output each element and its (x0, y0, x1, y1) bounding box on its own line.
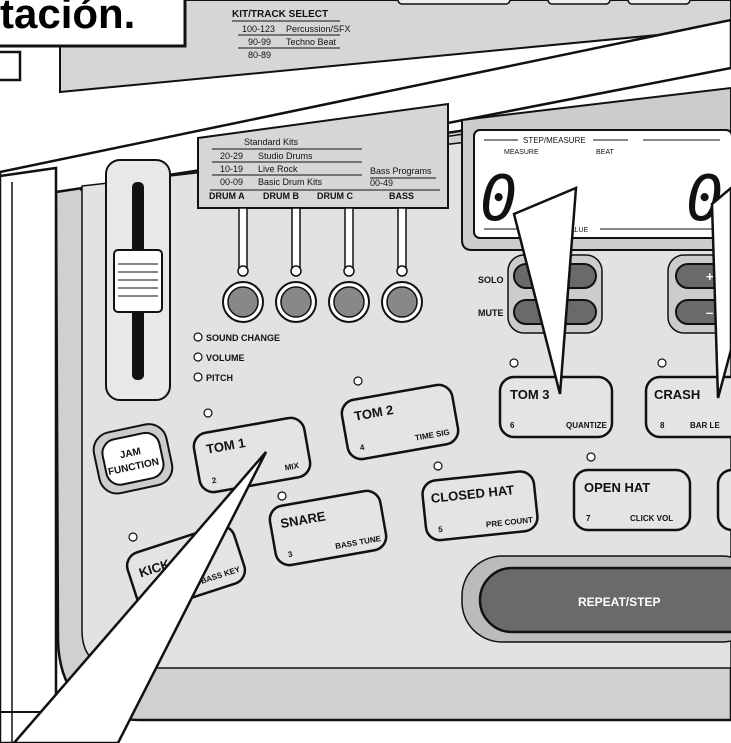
kit-range: 20-29 (220, 151, 243, 161)
minus-label: – (706, 305, 713, 320)
pad-function: BAR LE (690, 421, 720, 430)
kit-range: 90-99 (248, 37, 271, 47)
beat-label: BEAT (596, 149, 614, 156)
pad-name: TOM 3 (510, 387, 550, 402)
track-label: DRUM A (209, 191, 245, 201)
pad-led (277, 491, 287, 501)
kit-name: Studio Drums (258, 151, 313, 161)
pad-closed-hat[interactable]: CLOSED HAT 5 PRE COUNT (421, 470, 539, 542)
pad-led (509, 358, 519, 368)
kit-select-title: KIT/TRACK SELECT (232, 9, 328, 20)
pad-name: OPEN HAT (584, 480, 650, 495)
pad-function: QUANTIZE (566, 421, 608, 430)
kit-name: Live Rock (258, 164, 298, 174)
mode-label-pitch: PITCH (206, 373, 233, 383)
mode-label-sound-change: SOUND CHANGE (206, 333, 280, 343)
kit-name: Standard Kits (244, 137, 299, 147)
upper-button (627, 0, 691, 5)
pad-name: CRASH (654, 387, 700, 402)
callout-title: tación. (0, 0, 135, 37)
kit-name: Basic Drum Kits (258, 177, 323, 187)
fader-handle[interactable] (113, 249, 163, 313)
pad-led (657, 358, 667, 368)
measure-label: MEASURE (504, 149, 539, 156)
lcd-digit-left: 0 (480, 162, 517, 235)
kit-range: 100-123 (242, 24, 275, 34)
led-indicator (193, 352, 203, 362)
kit-name: Techno Beat (286, 37, 337, 47)
bass-programs-label: Bass Programs (370, 166, 432, 176)
upper-button (547, 0, 611, 5)
pad-function: CLICK VOL (630, 514, 673, 523)
mode-label-volume: VOLUME (206, 353, 245, 363)
plus-label: + (706, 269, 714, 284)
pad-number: 7 (586, 514, 591, 523)
mute-label: MUTE (478, 308, 504, 318)
track-label: DRUM B (263, 191, 299, 201)
repeat-step-label: REPEAT/STEP (578, 595, 660, 609)
pad-tom-3[interactable]: TOM 3 6 QUANTIZE (498, 375, 614, 439)
pad-led (586, 452, 596, 462)
drum-machine-diagram: KIT/TRACK SELECT 100-123 Percussion/SFX … (0, 0, 731, 743)
pad-partial[interactable] (716, 468, 731, 532)
bass-programs-range: 00-49 (370, 178, 393, 188)
pad-open-hat[interactable]: OPEN HAT 7 CLICK VOL (572, 468, 692, 532)
track-label: DRUM C (317, 191, 353, 201)
kit-range: 80-89 (248, 50, 271, 60)
led-indicator (193, 372, 203, 382)
track-label: BASS (389, 191, 414, 201)
upper-display-window (397, 0, 511, 5)
solo-label: SOLO (478, 275, 504, 285)
pad-led (203, 408, 213, 418)
step-measure-label: STEP/MEASURE (523, 136, 586, 145)
pad-number: 8 (660, 421, 665, 430)
pad-led (128, 532, 138, 542)
pad-led (353, 376, 363, 386)
callout-bracket (0, 50, 22, 82)
kit-name: Percussion/SFX (286, 24, 351, 34)
pad-led (433, 461, 443, 471)
pad-number: 6 (510, 421, 515, 430)
kit-range: 00-09 (220, 177, 243, 187)
left-frame (0, 166, 58, 743)
volume-fader[interactable] (105, 159, 171, 401)
kit-range: 10-19 (220, 164, 243, 174)
led-indicator (193, 332, 203, 342)
